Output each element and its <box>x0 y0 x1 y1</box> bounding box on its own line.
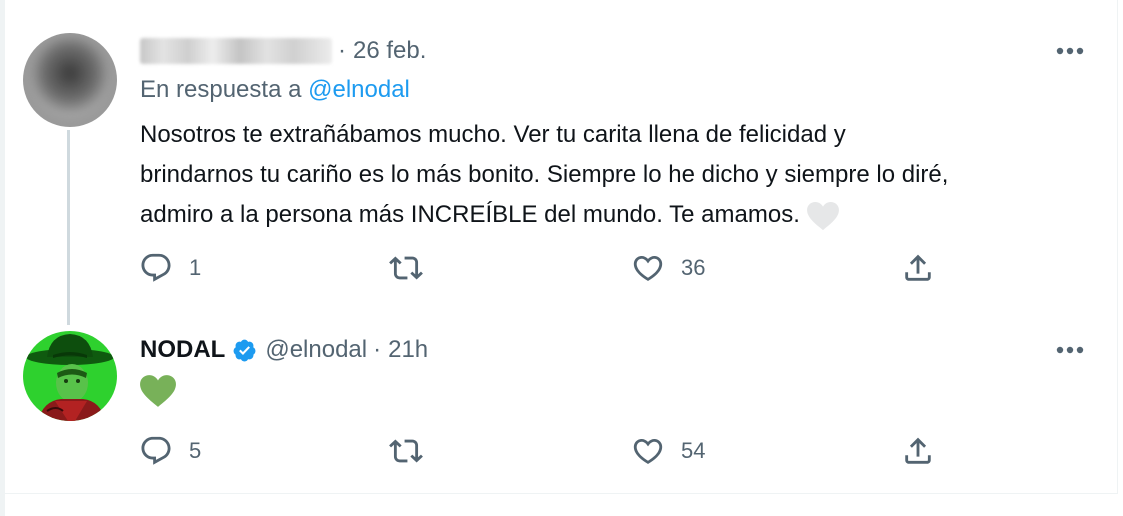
avatar[interactable] <box>23 33 117 127</box>
user-handle[interactable]: @elnodal <box>265 336 367 364</box>
reply-count: 5 <box>189 438 202 463</box>
like-count: 54 <box>681 438 706 463</box>
tweet-text-line: Nosotros te extrañábamos mucho. Ver tu c… <box>140 121 846 148</box>
more-dots-icon <box>1056 346 1084 354</box>
retweet-icon <box>389 256 423 280</box>
share-icon <box>905 437 931 464</box>
tweet-time[interactable]: 21h <box>388 336 428 364</box>
reply-icon <box>141 436 171 465</box>
thread-connector-line <box>67 130 70 325</box>
like-button[interactable]: 54 <box>631 434 705 468</box>
more-options-button[interactable] <box>1050 36 1090 66</box>
verified-badge-icon <box>232 338 257 363</box>
reply-context: En respuesta a @elnodal <box>140 76 410 104</box>
retweet-icon <box>389 439 423 463</box>
like-count: 36 <box>681 255 706 280</box>
more-options-button[interactable] <box>1050 335 1090 365</box>
reply-count: 1 <box>189 255 202 280</box>
tweet-header: · 26 feb. <box>140 34 426 68</box>
share-button[interactable] <box>901 434 935 468</box>
tweet-date[interactable]: 26 feb. <box>353 37 426 65</box>
tweet-text-line-content: admiro a la persona más INCREÍBLE del mu… <box>140 201 800 228</box>
white-heart-emoji-icon <box>806 201 839 230</box>
green-heart-emoji-icon <box>140 375 176 407</box>
nodal-avatar-image <box>23 331 117 421</box>
blurred-user-name[interactable] <box>140 38 332 64</box>
retweet-button[interactable] <box>389 251 423 285</box>
heart-outline-icon <box>633 255 663 281</box>
tweet-text-line: brindarnos tu cariño es lo más bonito. S… <box>140 161 949 188</box>
reply-icon <box>141 253 171 282</box>
reply-button[interactable]: 5 <box>139 434 201 468</box>
tweet-header: NODAL @elnodal · 21h <box>140 332 428 368</box>
reply-to-handle-link[interactable]: @elnodal <box>308 76 410 103</box>
right-border <box>1117 0 1118 494</box>
tweet-text-line: admiro a la persona más INCREÍBLE del mu… <box>140 195 1100 235</box>
reply-button[interactable]: 1 <box>139 251 201 285</box>
blurred-avatar-image <box>23 33 117 127</box>
more-dots-icon <box>1056 47 1084 55</box>
left-border <box>0 0 5 516</box>
retweet-button[interactable] <box>389 434 423 468</box>
reply-to-label: En respuesta a <box>140 76 302 103</box>
user-name[interactable]: NODAL <box>140 336 225 364</box>
share-icon <box>905 254 931 281</box>
like-button[interactable]: 36 <box>631 251 705 285</box>
tweet-text: Nosotros te extrañábamos mucho. Ver tu c… <box>140 115 1100 235</box>
heart-outline-icon <box>633 438 663 464</box>
separator-dot: · <box>373 336 382 363</box>
nodal-avatar[interactable] <box>23 331 117 421</box>
bottom-border <box>0 493 1118 494</box>
share-button[interactable] <box>901 251 935 285</box>
separator-dot: · <box>338 37 346 64</box>
